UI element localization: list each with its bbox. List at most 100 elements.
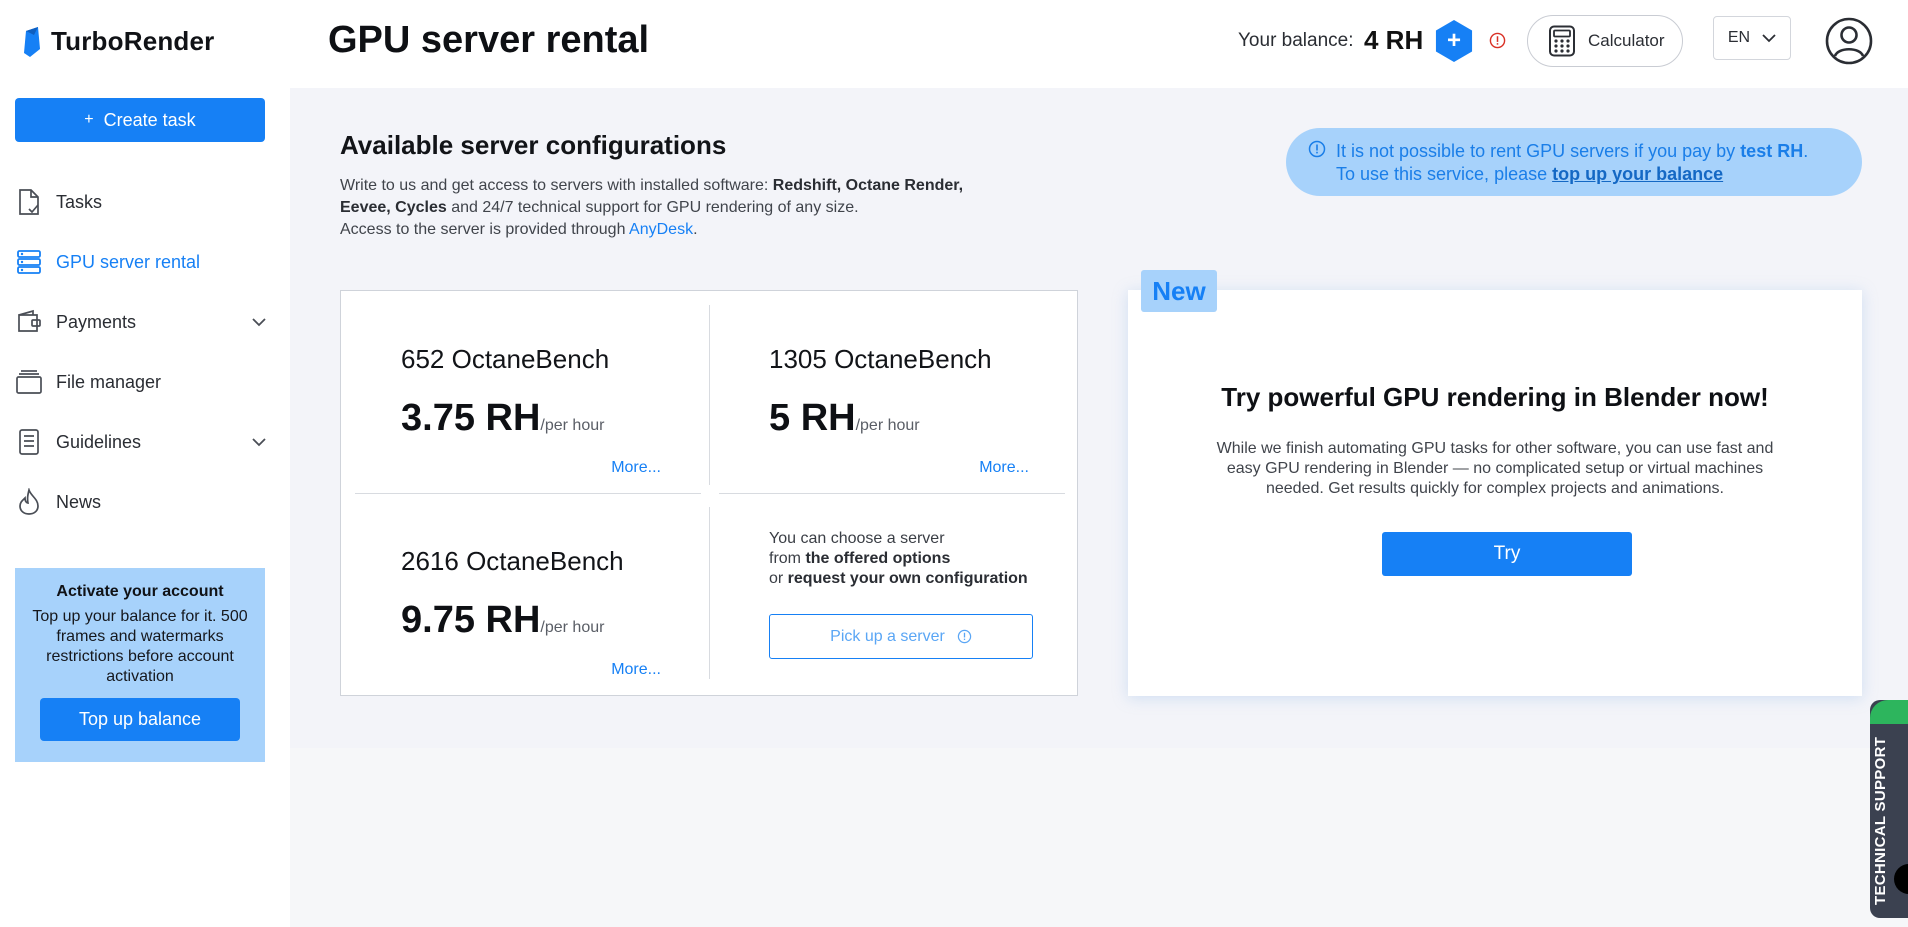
main-bottom-area (290, 748, 1908, 927)
activate-title: Activate your account (56, 583, 224, 600)
activate-text: Top up your balance for it. 500 frames a… (32, 608, 248, 685)
notice-text: To use this service, please (1336, 164, 1553, 184)
document-icon (16, 188, 42, 216)
sidebar-item-file-manager[interactable]: File manager (16, 362, 274, 402)
sidebar-item-payments[interactable]: Payments (16, 302, 274, 342)
price-unit: /per hour (540, 417, 605, 434)
blender-promo-card: New Try powerful GPU rendering in Blende… (1128, 270, 1862, 696)
sidebar-item-guidelines[interactable]: Guidelines (16, 422, 274, 462)
divider (719, 493, 1065, 494)
config-card: 2616 OctaneBench 9.75 RH/per hour More..… (341, 493, 671, 678)
sidebar-item-label: GPU server rental (56, 251, 201, 272)
create-task-button[interactable]: + Create task (15, 98, 265, 142)
logo[interactable]: TurboRender (22, 26, 215, 57)
wallet-icon (16, 308, 42, 336)
user-avatar-icon[interactable] (1825, 17, 1873, 65)
promo-text: While we finish automating GPU tasks for… (1216, 440, 1774, 497)
chevron-down-icon (1762, 34, 1776, 43)
section-description: Write to us and get access to servers wi… (340, 175, 1060, 241)
info-icon (957, 629, 972, 644)
test-rh-notice: It is not possible to rent GPU servers i… (1286, 128, 1862, 196)
more-link[interactable]: More... (611, 661, 661, 679)
notice-bold: test RH (1740, 141, 1804, 161)
main-content: Available server configurations Write to… (290, 88, 1908, 927)
desc-intro: Write to us and get access to servers wi… (340, 177, 773, 194)
more-link[interactable]: More... (979, 459, 1029, 477)
price-value: 5 RH (769, 397, 856, 439)
add-balance-button[interactable]: + (1435, 20, 1473, 62)
folder-stack-icon (16, 368, 42, 396)
sidebar-item-label: File manager (56, 371, 162, 392)
price-value: 3.75 RH (401, 397, 541, 439)
server-icon (16, 248, 42, 276)
calculator-button[interactable]: Calculator (1527, 15, 1683, 67)
desc-support: and 24/7 technical support for GPU rende… (446, 199, 859, 216)
page-title: GPU server rental (328, 19, 650, 61)
calculator-icon (1549, 25, 1575, 57)
info-icon (1308, 140, 1326, 158)
flame-icon (16, 488, 42, 516)
calculator-label: Calculator (1588, 31, 1665, 50)
price-unit: /per hour (540, 619, 605, 636)
technical-support-tab[interactable]: TECHNICAL SUPPORT (1870, 700, 1908, 918)
more-link[interactable]: More... (611, 459, 661, 477)
language-value: EN (1727, 29, 1751, 46)
pick-up-server-button[interactable]: Pick up a server (769, 614, 1033, 659)
balance-label: Your balance: (1238, 30, 1354, 51)
activate-account-panel: Activate your account Top up your balanc… (15, 568, 265, 762)
pick-up-server-label: Pick up a server (830, 627, 945, 645)
benchmark-score: 2616 OctaneBench (401, 546, 624, 576)
notice-text: . (1803, 141, 1809, 161)
chevron-down-icon (252, 438, 266, 447)
sidebar-item-label: Payments (56, 311, 137, 332)
choose-line: You can choose a server (769, 530, 945, 547)
sidebar-item-gpu-server-rental[interactable]: GPU server rental (16, 242, 274, 282)
sidebar-item-label: News (56, 491, 102, 512)
divider (709, 507, 710, 679)
logo-icon (24, 26, 40, 57)
balance-value: 4 RH (1364, 25, 1424, 55)
benchmark-score: 652 OctaneBench (401, 344, 610, 374)
sidebar-item-label: Guidelines (56, 431, 142, 452)
config-card: 652 OctaneBench 3.75 RH/per hour More... (341, 291, 671, 476)
top-up-balance-button[interactable]: Top up balance (40, 698, 240, 741)
price: 5 RH/per hour (769, 397, 920, 440)
sidebar: + Create task Tasks GPU server rental Pa… (0, 88, 290, 927)
language-select[interactable]: EN (1713, 16, 1791, 60)
price-value: 9.75 RH (401, 599, 541, 641)
logo-text: TurboRender (51, 26, 215, 56)
price-unit: /per hour (855, 417, 920, 434)
desc-software: Eevee, Cycles (340, 199, 447, 216)
config-card: 1305 OctaneBench 5 RH/per hour More... (709, 291, 1039, 476)
choose-bold: the offered options (805, 550, 951, 567)
chat-toggle-icon[interactable] (1894, 864, 1908, 894)
desc-software: Redshift, Octane Render, (772, 177, 964, 194)
desc-access: Access to the server is provided through (340, 221, 630, 238)
top-up-balance-link[interactable]: top up your balance (1552, 164, 1723, 184)
choose-bold: request your own configuration (787, 570, 1028, 587)
choose-line: from (769, 550, 806, 567)
top-header: TurboRender GPU server rental Your balan… (0, 0, 1908, 88)
technical-support-label: TECHNICAL SUPPORT (1872, 736, 1889, 905)
custom-config-text: You can choose a server from the offered… (769, 529, 1028, 589)
sidebar-item-tasks[interactable]: Tasks (16, 182, 274, 222)
benchmark-score: 1305 OctaneBench (769, 344, 992, 374)
desc-period: . (693, 221, 698, 238)
section-title: Available server configurations (340, 130, 727, 160)
price: 9.75 RH/per hour (401, 599, 604, 642)
choose-line: or (769, 570, 788, 587)
anydesk-link[interactable]: AnyDesk (629, 221, 693, 238)
create-task-label: Create task (103, 109, 196, 130)
promo-title: Try powerful GPU rendering in Blender no… (1221, 382, 1769, 412)
server-configurations: 652 OctaneBench 3.75 RH/per hour More...… (340, 290, 1078, 696)
new-badge: New (1141, 270, 1217, 312)
price: 3.75 RH/per hour (401, 397, 604, 440)
online-indicator (1870, 700, 1908, 724)
notice-text: It is not possible to rent GPU servers i… (1336, 141, 1741, 161)
chevron-down-icon (252, 318, 266, 327)
balance-info-icon[interactable] (1489, 32, 1506, 49)
try-button[interactable]: Try (1382, 532, 1632, 576)
sidebar-item-news[interactable]: News (16, 482, 274, 522)
guidelines-icon (16, 428, 42, 456)
plus-icon: + (84, 111, 94, 128)
